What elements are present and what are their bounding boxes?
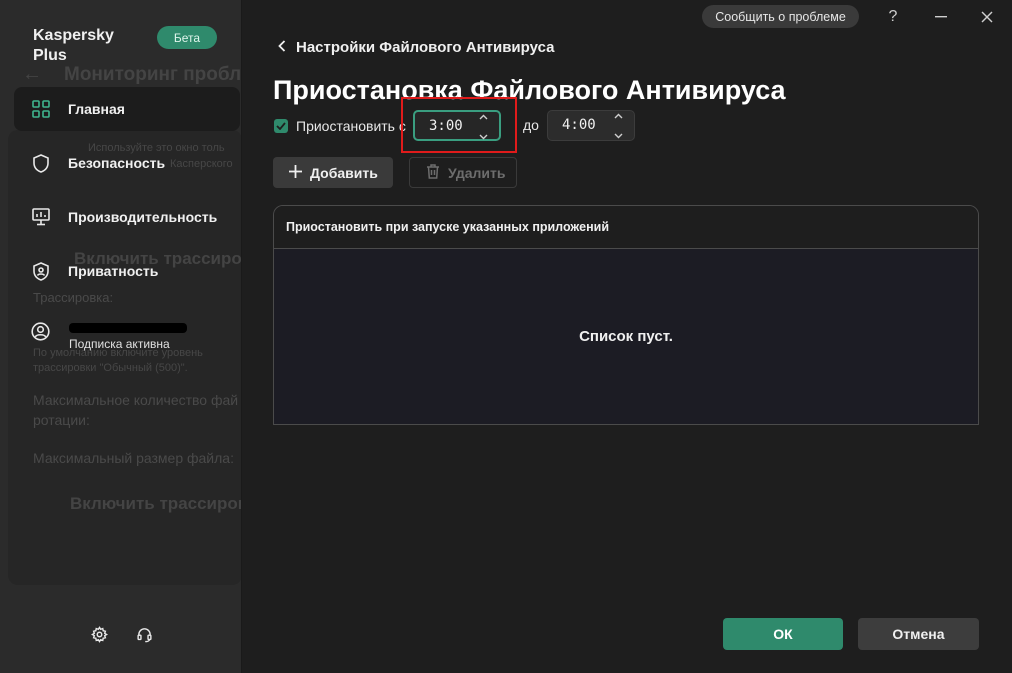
sidebar-item-performance[interactable]: Производительность [14, 195, 240, 239]
to-time-spinner[interactable] [611, 113, 625, 139]
main-content: Сообщить о проблеме ? Настройки Файловог… [242, 0, 1012, 673]
ghost-default-note2: трассировки "Обычный (500)". [33, 362, 188, 374]
ghost-max-files2: ротации: [33, 412, 90, 428]
add-button-label: Добавить [310, 164, 378, 181]
sidebar-item-label: Производительность [68, 209, 218, 225]
shield-icon [14, 153, 68, 173]
close-button[interactable] [976, 6, 998, 28]
back-link[interactable]: Настройки Файлового Антивируса [278, 39, 554, 56]
dashboard-icon [14, 100, 68, 118]
sidebar: ← Мониторинг пробл Используйте это окно … [0, 0, 242, 673]
sidebar-item-home[interactable]: Главная [14, 87, 240, 131]
sidebar-item-privacy[interactable]: Приватность [14, 249, 240, 293]
ghost-trace-toggle2: Включить трассировку [70, 494, 241, 513]
pause-checkbox-row[interactable]: Приостановить с [274, 111, 406, 141]
ghost-back-arrow-icon: ← [22, 63, 42, 85]
add-button[interactable]: Добавить [273, 157, 393, 188]
pause-checkbox[interactable] [274, 119, 288, 133]
pause-checkbox-label: Приостановить с [296, 118, 406, 134]
subscription-status: Подписка активна [69, 337, 170, 351]
ok-button[interactable]: ОК [723, 618, 843, 650]
apps-list-panel: Приостановить при запуске указанных прил… [273, 205, 979, 425]
account-user-icon [31, 322, 50, 346]
to-time-input[interactable]: 4:00 [547, 110, 635, 141]
privacy-shield-icon [14, 261, 68, 281]
sidebar-item-label: Приватность [68, 263, 159, 279]
cancel-button[interactable]: Отмена [858, 618, 979, 650]
ghost-title: Мониторинг пробл [64, 64, 242, 85]
support-headset-icon[interactable] [134, 624, 154, 644]
chevron-left-icon [278, 39, 286, 56]
to-label: до [523, 117, 539, 133]
page-title: Приостановка Файлового Антивируса [273, 75, 786, 105]
help-button[interactable]: ? [882, 6, 904, 28]
back-link-label: Настройки Файлового Антивируса [296, 39, 555, 56]
beta-badge: Бета [157, 26, 217, 49]
list-header: Приостановить при запуске указанных прил… [274, 206, 978, 249]
list-empty-message: Список пуст. [579, 328, 673, 345]
sidebar-item-label: Безопасность [68, 155, 166, 171]
ghost-max-size: Максимальный размер файла: [33, 450, 234, 466]
sidebar-item-label: Главная [68, 101, 125, 117]
chevron-down-icon [614, 133, 622, 139]
report-problem-button[interactable]: Сообщить о проблеме [702, 5, 859, 28]
account-item[interactable]: Подписка активна [14, 318, 240, 358]
delete-button[interactable]: Удалить [409, 157, 517, 188]
ghost-max-files1: Максимальное количество фай [33, 392, 239, 408]
minimize-button[interactable] [930, 6, 952, 28]
settings-gear-icon[interactable] [89, 624, 109, 644]
highlight-box [401, 97, 517, 153]
account-name-redacted [69, 323, 187, 333]
delete-button-label: Удалить [448, 164, 506, 181]
monitor-icon [14, 208, 68, 226]
to-time-value: 4:00 [562, 117, 596, 133]
trash-icon [426, 163, 440, 182]
brand-name: Kaspersky Plus [33, 27, 114, 64]
plus-icon [289, 164, 302, 181]
chevron-up-icon [614, 113, 622, 119]
sidebar-item-security[interactable]: Безопасность [14, 141, 240, 185]
